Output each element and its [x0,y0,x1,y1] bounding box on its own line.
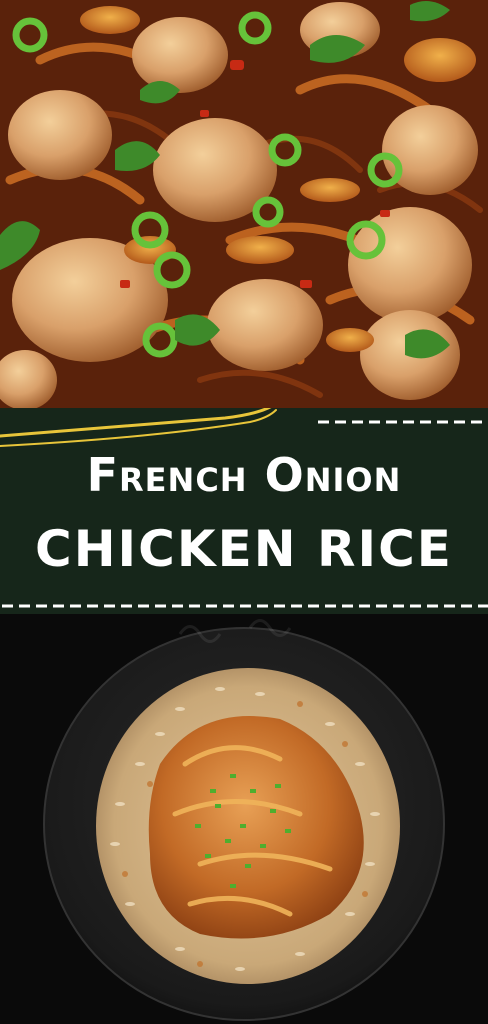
title-banner: French Onion CHICKEN RICE [0,408,488,614]
recipe-pin: French Onion CHICKEN RICE [0,0,488,1024]
chicken-rice-bowl-photo [0,614,488,1024]
closeup-illustration [0,0,488,408]
title-line-2: CHICKEN RICE [35,520,453,578]
title-line-1: French Onion [86,448,402,502]
chicken-onion-closeup-photo [0,0,488,408]
accent-swoosh-top [0,408,272,438]
banner-decorations [0,408,488,608]
bowl-illustration [0,614,488,1024]
